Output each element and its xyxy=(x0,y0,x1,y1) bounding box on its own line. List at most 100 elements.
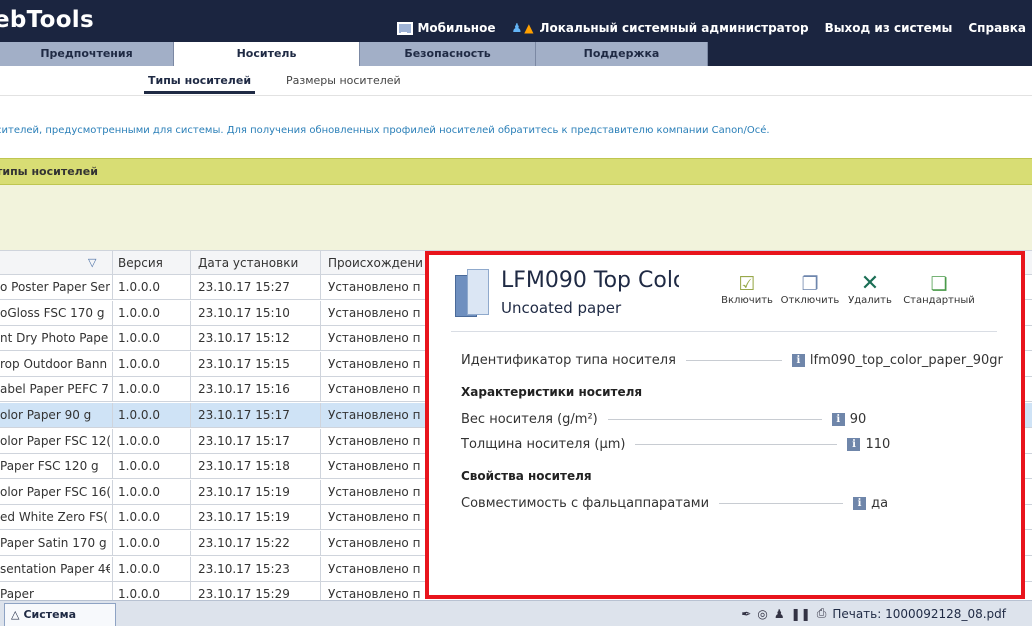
cell-version: 1.0.0.0 xyxy=(118,459,160,474)
cell-date: 23.10.17 15:23 xyxy=(198,561,290,576)
media-types-panel-header: типы носителей xyxy=(0,158,1032,185)
cell-origin: Установлено п xyxy=(328,459,421,474)
cell-version: 1.0.0.0 xyxy=(118,536,160,550)
detail-divider xyxy=(451,331,997,332)
cell-origin: Установлено п xyxy=(328,382,421,397)
cell-origin: Установлено п xyxy=(328,408,421,422)
monitor-icon xyxy=(397,21,414,35)
pause-icon: ❚❚ xyxy=(790,606,811,621)
detail-title: LFM090 Top Color F xyxy=(501,268,679,293)
top-navigation: Мобильное ♟ ▲ Локальный системный админис… xyxy=(397,21,1026,35)
close-icon: ✕ xyxy=(860,271,880,296)
cell-date: 23.10.17 15:17 xyxy=(198,408,290,422)
info-icon[interactable]: i xyxy=(853,497,867,510)
detail-actions: ☑ Включить ❐ Отключить ✕ Удалить ❏ Станд… xyxy=(715,271,979,307)
column-header-version[interactable]: Версия xyxy=(118,256,192,270)
cell-date: 23.10.17 15:19 xyxy=(198,484,290,499)
cell-date: 23.10.17 15:12 xyxy=(198,331,290,346)
mobile-link[interactable]: Мобильное xyxy=(397,21,495,35)
disc-icon: ◎ xyxy=(757,606,768,621)
cell-origin: Установлено п xyxy=(328,561,421,576)
cell-version: 1.0.0.0 xyxy=(118,280,160,294)
app-brand: ebTools xyxy=(0,7,94,33)
column-header-origin[interactable]: Происхождени xyxy=(328,256,428,270)
cell-origin: Установлено п xyxy=(328,280,421,294)
panel-toolbar-area xyxy=(0,185,1032,250)
detail-subtitle: Uncoated paper xyxy=(501,299,622,317)
enable-button[interactable]: ☑ Включить xyxy=(715,273,779,306)
cell-name: olor Paper 90 g xyxy=(0,408,92,422)
subtab-media-sizes[interactable]: Размеры носителей xyxy=(286,74,401,87)
prop-thickness: Толщина носителя (µm) i 110 xyxy=(461,437,891,452)
admin-user-link[interactable]: ♟ ▲ Локальный системный администратор xyxy=(511,21,808,35)
app-header: ebTools Мобильное ♟ ▲ Локальный системный… xyxy=(0,0,1032,66)
cell-date: 23.10.17 15:27 xyxy=(198,280,290,294)
status-indicators: ✒ ◎ ♟ ❚❚ ⎙ Печать: 1000092128_08.pdf xyxy=(741,606,1006,621)
cell-name: ed White Zero FS( xyxy=(0,510,108,525)
cell-name: Paper FSC 120 g xyxy=(0,459,99,474)
cell-version: 1.0.0.0 xyxy=(118,561,160,576)
cell-version: 1.0.0.0 xyxy=(118,382,160,397)
cell-origin: Установлено п xyxy=(328,305,421,320)
cell-name: rop Outdoor Bann xyxy=(0,356,108,371)
cell-date: 23.10.17 15:15 xyxy=(198,356,290,371)
info-icon[interactable]: i xyxy=(831,413,845,426)
info-icon[interactable]: i xyxy=(791,354,805,367)
prop-id: Идентификатор типа носителя i lfm090_top_… xyxy=(461,353,1003,368)
printer-icon: ⎙ xyxy=(816,606,827,620)
disable-button[interactable]: ❐ Отключить xyxy=(779,273,841,306)
media-type-detail-panel: LFM090 Top Color F Uncoated paper ☑ Вклю… xyxy=(425,251,1025,599)
info-text: сителей, предусмотренными для системы. Д… xyxy=(0,125,770,136)
set-default-button[interactable]: ❏ Стандартный xyxy=(899,273,979,306)
cell-date: 23.10.17 15:17 xyxy=(198,433,290,448)
cell-origin: Установлено п xyxy=(328,484,421,499)
copy-pages-icon: ❐ xyxy=(801,273,819,295)
section-properties: Свойства носителя xyxy=(461,469,592,483)
cell-origin: Установлено п xyxy=(328,536,421,550)
help-link[interactable]: Справка xyxy=(968,21,1026,35)
sort-desc-icon[interactable]: ▽ xyxy=(88,256,96,269)
delete-button[interactable]: ✕ Удалить xyxy=(841,271,899,307)
user-warning-icon: ♟ ▲ xyxy=(511,21,534,35)
main-tabs: Предпочтения Носитель Безопасность Подде… xyxy=(0,42,708,66)
prop-fold-compat: Совместимость с фальцаппаратами i да xyxy=(461,496,889,511)
cell-date: 23.10.17 15:19 xyxy=(198,510,290,525)
cell-origin: Установлено п xyxy=(328,433,421,448)
cell-version: 1.0.0.0 xyxy=(118,305,160,320)
tab-support[interactable]: Поддержка xyxy=(536,42,708,66)
cell-date: 23.10.17 15:10 xyxy=(198,305,290,320)
cell-origin: Установлено п xyxy=(328,510,421,525)
subtab-media-types[interactable]: Типы носителей xyxy=(143,74,256,94)
cell-version: 1.0.0.0 xyxy=(118,408,160,422)
cell-version: 1.0.0.0 xyxy=(118,433,160,448)
logout-link[interactable]: Выход из системы xyxy=(825,21,953,35)
cell-name: oGloss FSC 170 g xyxy=(0,305,105,320)
default-check-icon: ❏ xyxy=(930,273,948,295)
media-stack-icon xyxy=(455,269,491,317)
cell-version: 1.0.0.0 xyxy=(118,356,160,371)
cell-version: 1.0.0.0 xyxy=(118,331,160,346)
pen-icon: ✒ xyxy=(741,606,752,621)
cell-name: abel Paper PEFC 7. xyxy=(0,382,110,397)
prop-weight: Вес носителя (g/m²) i 90 xyxy=(461,412,867,427)
cell-origin: Установлено п xyxy=(328,331,421,346)
checkbox-icon: ☑ xyxy=(738,273,756,295)
cell-name: olor Paper FSC 16( xyxy=(0,484,110,499)
sub-navigation: Типы носителей Размеры носителей xyxy=(0,66,1032,96)
tab-preferences[interactable]: Предпочтения xyxy=(0,42,174,66)
tab-media[interactable]: Носитель xyxy=(174,42,360,66)
tab-security[interactable]: Безопасность xyxy=(360,42,536,66)
column-header-date[interactable]: Дата установки xyxy=(198,256,318,270)
cell-name: olor Paper FSC 12( xyxy=(0,433,110,448)
cell-name: Paper Satin 170 g xyxy=(0,536,107,550)
cell-version: 1.0.0.0 xyxy=(118,484,160,499)
section-characteristics: Характеристики носителя xyxy=(461,385,643,399)
cell-name: sentation Paper 4€ xyxy=(0,561,110,576)
info-icon[interactable]: i xyxy=(847,438,861,451)
system-tab[interactable]: △ Система xyxy=(4,603,116,626)
panel-title: типы носителей xyxy=(0,165,98,178)
status-bar: △ Система ✒ ◎ ♟ ❚❚ ⎙ Печать: 1000092128_0… xyxy=(0,600,1032,626)
print-job-label[interactable]: Печать: 1000092128_08.pdf xyxy=(832,607,1006,621)
triangle-up-icon: △ xyxy=(11,608,20,621)
cell-name: o Poster Paper Sen xyxy=(0,280,110,294)
